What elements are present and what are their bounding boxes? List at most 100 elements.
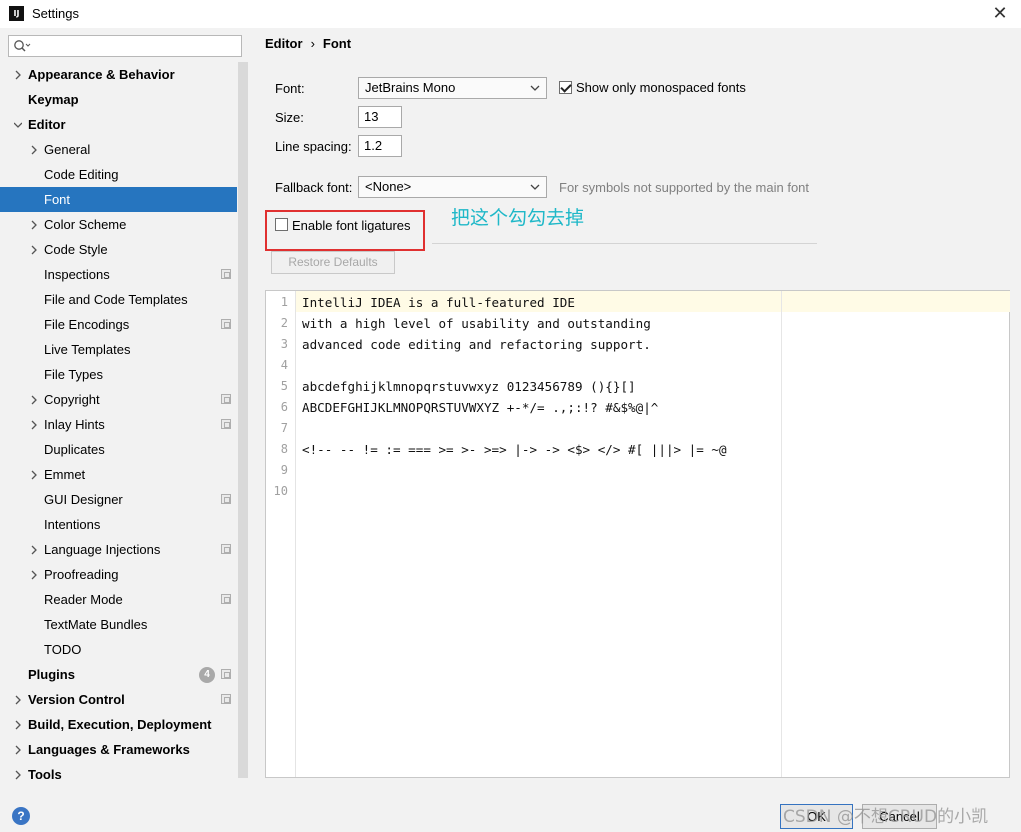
sidebar-item-tools[interactable]: Tools (0, 762, 237, 787)
mono-only-label[interactable]: Show only monospaced fonts (576, 80, 746, 95)
font-dropdown-value: JetBrains Mono (365, 80, 456, 95)
search-input[interactable] (8, 35, 242, 57)
sidebar-item-language-injections[interactable]: Language Injections (0, 537, 237, 562)
sidebar-item-inlay-hints[interactable]: Inlay Hints (0, 412, 237, 437)
fallback-font-label: Fallback font: (275, 180, 353, 195)
sidebar-item-label: File and Code Templates (44, 292, 188, 307)
chevron-right-icon[interactable] (30, 470, 38, 480)
line-number: 5 (280, 379, 288, 393)
code-line: abcdefghijklmnopqrstuvwxyz 0123456789 ()… (302, 379, 636, 394)
window-title: Settings (32, 6, 79, 21)
font-label: Font: (275, 81, 305, 96)
sidebar-item-label: Copyright (44, 392, 100, 407)
chevron-right-icon[interactable] (30, 545, 38, 555)
chevron-right-icon[interactable] (14, 720, 22, 730)
sidebar-item-general[interactable]: General (0, 137, 237, 162)
sidebar-item-label: Reader Mode (44, 592, 123, 607)
sidebar-item-color-scheme[interactable]: Color Scheme (0, 212, 237, 237)
sidebar-item-file-and-code-templates[interactable]: File and Code Templates (0, 287, 237, 312)
line-spacing-field[interactable]: 1.2 (358, 135, 402, 157)
chevron-right-icon[interactable] (30, 145, 38, 155)
fallback-font-dropdown[interactable]: <None> (358, 176, 547, 198)
project-level-icon (221, 494, 231, 504)
sidebar-item-label: Build, Execution, Deployment (28, 717, 212, 732)
sidebar-item-label: Languages & Frameworks (28, 742, 190, 757)
sidebar-item-proofreading[interactable]: Proofreading (0, 562, 237, 587)
sidebar-item-copyright[interactable]: Copyright (0, 387, 237, 412)
help-icon[interactable]: ? (12, 807, 30, 825)
sidebar-item-label: Appearance & Behavior (28, 67, 175, 82)
sidebar-item-keymap[interactable]: Keymap (0, 87, 237, 112)
annotation-highlight-box (265, 210, 425, 251)
font-dropdown[interactable]: JetBrains Mono (358, 77, 547, 99)
sidebar-item-reader-mode[interactable]: Reader Mode (0, 587, 237, 612)
sidebar-item-inspections[interactable]: Inspections (0, 262, 237, 287)
sidebar-item-todo[interactable]: TODO (0, 637, 237, 662)
sidebar-item-emmet[interactable]: Emmet (0, 462, 237, 487)
breadcrumb-parent[interactable]: Editor (265, 36, 303, 51)
fallback-font-hint: For symbols not supported by the main fo… (559, 180, 810, 195)
mono-only-checkbox[interactable] (559, 81, 572, 94)
sidebar-item-appearance-behavior[interactable]: Appearance & Behavior (0, 62, 237, 87)
sidebar-item-file-types[interactable]: File Types (0, 362, 237, 387)
settings-tree: Appearance & Behavior Keymap Editor General… (0, 62, 237, 787)
chevron-right-icon[interactable] (30, 220, 38, 230)
sidebar-item-code-editing[interactable]: Code Editing (0, 162, 237, 187)
restore-defaults-button[interactable]: Restore Defaults (271, 251, 395, 274)
project-level-icon (221, 594, 231, 604)
sidebar-item-label: File Encodings (44, 317, 130, 332)
breadcrumb: Editor › Font (265, 36, 351, 51)
sidebar-item-textmate-bundles[interactable]: TextMate Bundles (0, 612, 237, 637)
sidebar-item-label: GUI Designer (44, 492, 123, 507)
sidebar-item-duplicates[interactable]: Duplicates (0, 437, 237, 462)
intellij-app-icon: IJ (9, 6, 24, 21)
sidebar-item-file-encodings[interactable]: File Encodings (0, 312, 237, 337)
chevron-right-icon[interactable] (30, 245, 38, 255)
sidebar-item-intentions[interactable]: Intentions (0, 512, 237, 537)
chevron-right-icon[interactable] (30, 420, 38, 430)
font-preview-editor[interactable]: 1 IntelliJ IDEA is a full-featured IDE 2 wi… (265, 290, 1010, 778)
line-number: 10 (273, 484, 288, 498)
chevron-down-icon[interactable] (14, 120, 22, 130)
breadcrumb-current: Font (322, 36, 352, 51)
sidebar-item-code-style[interactable]: Code Style (0, 237, 237, 262)
sidebar-item-label: Version Control (28, 692, 125, 707)
line-number: 1 (280, 295, 288, 309)
sidebar-item-label: Keymap (28, 92, 79, 107)
project-level-icon (221, 419, 231, 429)
sidebar-item-label: Tools (28, 767, 62, 782)
chevron-right-icon[interactable] (30, 395, 38, 405)
project-level-icon (221, 694, 231, 704)
chevron-down-icon (530, 184, 540, 190)
sidebar-item-gui-designer[interactable]: GUI Designer (0, 487, 237, 512)
sidebar-item-languages-frameworks[interactable]: Languages & Frameworks (0, 737, 237, 762)
sidebar-item-label: Code Style (44, 242, 108, 257)
line-number: 8 (280, 442, 288, 456)
line-number: 7 (280, 421, 288, 435)
line-number: 4 (280, 358, 288, 372)
sidebar-item-editor[interactable]: Editor (0, 112, 237, 137)
size-field[interactable]: 13 (358, 106, 402, 128)
line-number: 6 (280, 400, 288, 414)
sidebar-item-label: Intentions (44, 517, 101, 532)
chevron-right-icon[interactable] (14, 770, 22, 780)
search-icon (14, 40, 31, 52)
sidebar-item-version-control[interactable]: Version Control (0, 687, 237, 712)
sidebar-scrollbar[interactable] (238, 62, 248, 778)
sidebar-item-label: Language Injections (44, 542, 161, 557)
project-level-icon (221, 269, 231, 279)
chevron-right-icon[interactable] (14, 695, 22, 705)
sidebar-item-plugins[interactable]: Plugins 4 (0, 662, 237, 687)
sidebar-item-live-templates[interactable]: Live Templates (0, 337, 237, 362)
chevron-right-icon[interactable] (14, 745, 22, 755)
line-spacing-label: Line spacing: (275, 139, 352, 154)
chevron-right-icon[interactable] (14, 70, 22, 80)
sidebar-item-font[interactable]: Font (0, 187, 237, 212)
line-number: 9 (280, 463, 288, 477)
settings-sidebar: Appearance & Behavior Keymap Editor General… (0, 28, 248, 794)
sidebar-item-build-execution-deployment[interactable]: Build, Execution, Deployment (0, 712, 237, 737)
sidebar-item-label: Color Scheme (44, 217, 127, 232)
sidebar-item-label: Inspections (44, 267, 110, 282)
chevron-right-icon[interactable] (30, 570, 38, 580)
close-icon[interactable]: ✕ (989, 3, 1011, 25)
